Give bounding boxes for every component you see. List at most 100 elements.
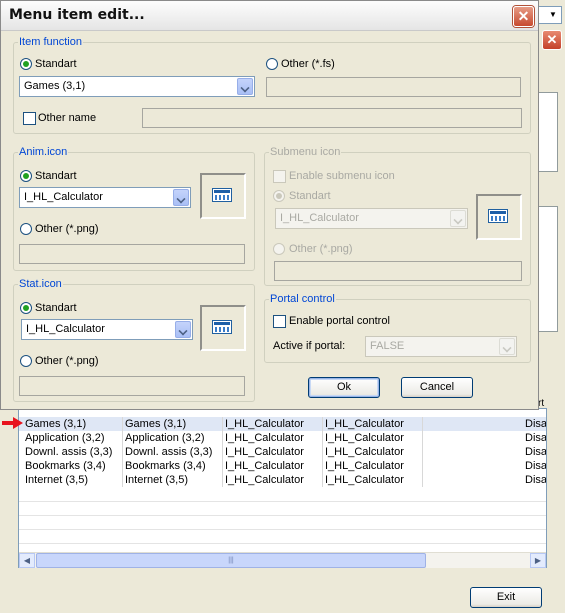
cell: Application (3,2)	[23, 431, 123, 445]
table-row[interactable]: Internet (3,5) Internet (3,5) I_HL_Calcu…	[19, 473, 547, 487]
submenu-icon-group: Submenu icon Enable submenu icon Standar…	[264, 146, 531, 286]
ok-button[interactable]: Ok	[308, 377, 380, 398]
cell: Bookmarks (3,4)	[23, 459, 123, 473]
grid-line	[19, 515, 546, 516]
item-standart-value: Games (3,1)	[24, 80, 86, 92]
stat-standart-radio[interactable]	[20, 302, 32, 314]
cell: I_HL_Calculator	[223, 431, 323, 445]
stat-standart-value: I_HL_Calculator	[26, 323, 105, 335]
stat-standart-select[interactable]: I_HL_Calculator	[21, 319, 193, 340]
chevron-down-icon[interactable]	[499, 338, 515, 355]
item-standart-label: Standart	[35, 58, 77, 70]
anim-icon-group: Anim.icon Standart I_HL_Calculator Other…	[13, 146, 255, 271]
table-row[interactable]: Application (3,2) Application (3,2) I_HL…	[19, 431, 547, 445]
cell: Games (3,1)	[23, 417, 123, 431]
portal-control-legend: Portal control	[270, 293, 335, 305]
anim-other-radio[interactable]	[20, 223, 32, 235]
active-if-portal-label: Active if portal:	[273, 340, 346, 352]
main-close-button[interactable]: ✕	[542, 30, 562, 50]
horizontal-scrollbar[interactable]: ◀ ||| ▶	[19, 552, 546, 568]
cell: I_HL_Calculator	[223, 473, 323, 487]
anim-icon-preview	[200, 173, 246, 219]
chevron-down-icon[interactable]	[173, 189, 189, 206]
exit-button[interactable]: Exit	[470, 587, 542, 608]
active-if-portal-value: FALSE	[370, 340, 405, 352]
other-name-checkbox[interactable]	[23, 112, 36, 125]
table-row[interactable]: Bookmarks (3,4) Bookmarks (3,4) I_HL_Cal…	[19, 459, 547, 473]
chevron-down-icon[interactable]	[237, 78, 253, 95]
stat-other-field[interactable]	[19, 376, 245, 396]
cell: Disal	[525, 460, 547, 472]
submenu-standart-value: I_HL_Calculator	[280, 212, 359, 224]
other-name-field[interactable]	[142, 108, 522, 128]
grid-line	[19, 529, 546, 530]
enable-submenu-label: Enable submenu icon	[289, 170, 395, 182]
menu-items-table[interactable]: Games (3,1) Games (3,1) I_HL_Calculator …	[18, 408, 547, 568]
cell: Internet (3,5)	[23, 473, 123, 487]
scroll-thumb[interactable]: |||	[36, 553, 426, 568]
item-other-radio[interactable]	[266, 58, 278, 70]
stat-standart-label: Standart	[35, 302, 77, 314]
item-other-label: Other (*.fs)	[281, 58, 335, 70]
cell: I_HL_Calculator	[323, 431, 423, 445]
cell: I_HL_Calculator	[323, 459, 423, 473]
anim-other-label: Other (*.png)	[35, 223, 99, 235]
submenu-other-radio[interactable]	[273, 243, 285, 255]
submenu-other-field[interactable]	[274, 261, 522, 281]
anim-standart-select[interactable]: I_HL_Calculator	[19, 187, 191, 208]
grid-line	[19, 501, 546, 502]
cell: I_HL_Calculator	[223, 445, 323, 459]
submenu-standart-radio[interactable]	[273, 190, 285, 202]
cell: I_HL_Calculator	[323, 445, 423, 459]
chevron-down-icon[interactable]	[450, 210, 466, 227]
enable-portal-checkbox[interactable]	[273, 315, 286, 328]
item-function-group: Item function Standart Games (3,1) Other…	[13, 36, 531, 134]
cell: Downl. assis (3,3)	[23, 445, 123, 459]
cell: Disal	[525, 432, 547, 444]
anim-standart-value: I_HL_Calculator	[24, 191, 103, 203]
side-list	[538, 206, 558, 332]
cell: I_HL_Calculator	[223, 417, 323, 431]
cell: Application (3,2)	[123, 431, 223, 445]
side-panel	[538, 92, 558, 172]
table-row[interactable]: Downl. assis (3,3) Downl. assis (3,3) I_…	[19, 445, 547, 459]
enable-submenu-checkbox[interactable]	[273, 170, 286, 183]
menu-item-edit-dialog: Menu item edit... ✕ Item function Standa…	[0, 0, 539, 410]
dialog-title: Menu item edit...	[9, 7, 145, 23]
item-function-legend: Item function	[19, 36, 82, 48]
scroll-left-icon[interactable]: ◀	[19, 553, 35, 568]
cell: I_HL_Calculator	[323, 473, 423, 487]
scroll-right-icon[interactable]: ▶	[530, 553, 546, 568]
cell: Games (3,1)	[123, 417, 223, 431]
portal-control-group: Portal control Enable portal control Act…	[264, 293, 531, 363]
table-row[interactable]: Games (3,1) Games (3,1) I_HL_Calculator …	[19, 417, 546, 431]
calculator-icon	[212, 320, 232, 334]
cell: Downl. assis (3,3)	[123, 445, 223, 459]
item-standart-select[interactable]: Games (3,1)	[19, 76, 255, 97]
stat-other-radio[interactable]	[20, 355, 32, 367]
cell: Disal	[525, 474, 547, 486]
cancel-button[interactable]: Cancel	[401, 377, 473, 398]
submenu-standart-select[interactable]: I_HL_Calculator	[275, 208, 468, 229]
other-name-label: Other name	[38, 112, 97, 124]
active-if-portal-select[interactable]: FALSE	[365, 336, 517, 357]
item-other-field[interactable]	[266, 77, 521, 97]
chevron-down-icon[interactable]	[175, 321, 191, 338]
submenu-icon-legend: Submenu icon	[270, 146, 341, 158]
anim-standart-radio[interactable]	[20, 170, 32, 182]
grid-line	[19, 543, 546, 544]
submenu-other-label: Other (*.png)	[289, 243, 353, 255]
calculator-icon	[212, 188, 232, 202]
cell: Disal	[525, 446, 547, 458]
stat-icon-preview	[200, 305, 246, 351]
anim-standart-label: Standart	[35, 170, 77, 182]
cell: Bookmarks (3,4)	[123, 459, 223, 473]
chevron-down-icon: ▼	[549, 10, 557, 19]
dialog-close-button[interactable]: ✕	[513, 6, 534, 27]
item-standart-radio[interactable]	[20, 58, 32, 70]
anim-other-field[interactable]	[19, 244, 245, 264]
calculator-icon	[488, 209, 508, 223]
selected-row-arrow-icon	[2, 417, 23, 429]
cell: I_HL_Calculator	[323, 417, 423, 431]
submenu-icon-preview	[476, 194, 522, 240]
